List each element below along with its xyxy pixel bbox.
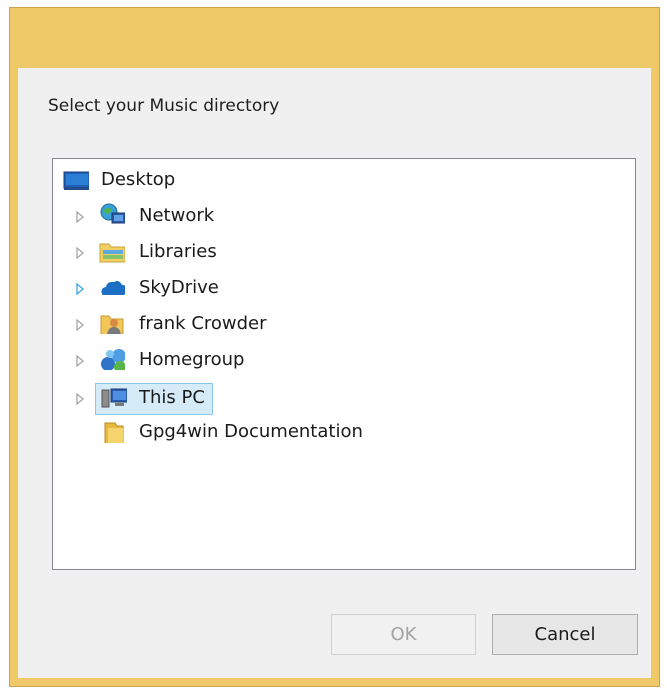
ok-button[interactable]: OK — [331, 614, 476, 655]
prompt-text: Select your Music directory — [48, 96, 280, 116]
tree-item-skydrive[interactable]: SkyDrive — [63, 273, 363, 303]
tree-item-network[interactable]: Network — [63, 201, 363, 231]
tree-item-label: This PC — [139, 387, 205, 408]
title-bar[interactable]: Browse for Folder ✕ — [10, 8, 659, 68]
expand-arrow-icon[interactable] — [75, 319, 85, 331]
expand-arrow-icon[interactable] — [75, 247, 85, 259]
computer-icon — [101, 388, 127, 408]
tree-item-libraries[interactable]: Libraries — [63, 237, 363, 267]
expand-arrow-icon[interactable] — [75, 211, 85, 223]
expand-arrow-icon[interactable] — [75, 283, 85, 295]
homegroup-icon — [101, 349, 125, 370]
tree-item-gpg4win-documentation[interactable]: Gpg4win Documentation — [63, 417, 403, 447]
tree-item-label: Network — [139, 205, 215, 226]
tree-item-label: SkyDrive — [139, 277, 219, 298]
tree-item-user-folder[interactable]: frank Crowder — [63, 309, 363, 339]
tree-item-label: Libraries — [139, 241, 217, 262]
skydrive-icon — [101, 281, 125, 295]
browse-for-folder-dialog: Browse for Folder ✕ Select your Music di… — [9, 7, 660, 687]
close-icon: ✕ — [615, 12, 632, 36]
tree-item-homegroup[interactable]: Homegroup — [63, 345, 363, 375]
tree-item-label: Homegroup — [139, 349, 245, 370]
cancel-button[interactable]: Cancel — [492, 614, 638, 655]
tree-item-label: frank Crowder — [139, 313, 267, 334]
expand-arrow-icon[interactable] — [75, 393, 85, 405]
user-folder-icon — [100, 315, 124, 334]
folder-icon — [104, 422, 124, 443]
desktop-icon — [63, 171, 89, 190]
network-icon — [100, 203, 125, 224]
tree-item-this-pc[interactable]: This PC — [63, 383, 363, 413]
folder-tree[interactable]: Desktop Network Libraries SkyDrive frank… — [52, 158, 636, 570]
libraries-icon — [99, 243, 125, 263]
tree-item-label: Desktop — [101, 169, 176, 190]
expand-arrow-icon[interactable] — [75, 355, 85, 367]
tree-item-desktop[interactable]: Desktop — [63, 165, 363, 195]
cancel-button-label: Cancel — [534, 624, 596, 645]
dialog-title: Browse for Folder — [225, 22, 444, 51]
tree-item-label: Gpg4win Documentation — [139, 421, 363, 442]
dialog-body: Select your Music directory Desktop Netw… — [18, 68, 651, 678]
ok-button-label: OK — [390, 624, 417, 645]
close-button[interactable]: ✕ — [596, 8, 651, 43]
